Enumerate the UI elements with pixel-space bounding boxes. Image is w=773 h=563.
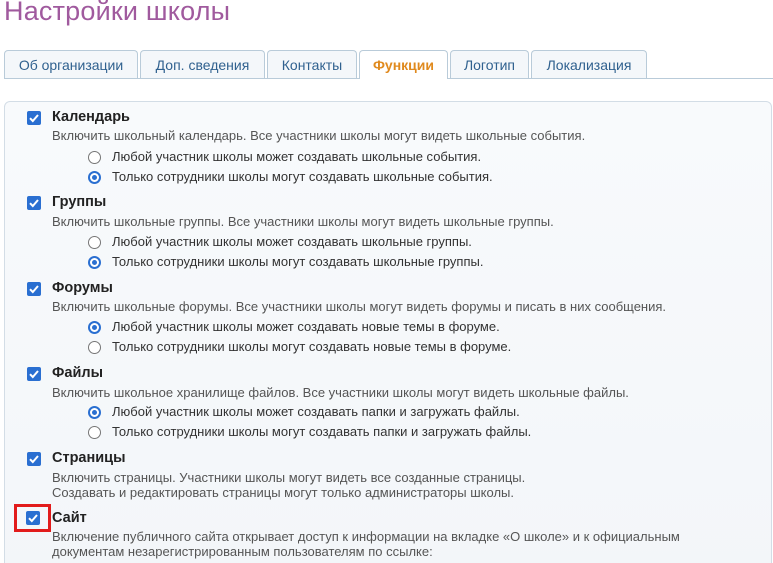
forums-option-any-radio[interactable]	[88, 321, 101, 334]
checkmark-icon	[29, 114, 39, 123]
checkmark-icon	[29, 370, 39, 379]
files-description: Включить школьное хранилище файлов. Все …	[52, 385, 629, 400]
calendar-checkbox[interactable]	[27, 111, 41, 125]
forums-checkbox[interactable]	[27, 282, 41, 296]
pages-title: Страницы	[52, 450, 126, 466]
calendar-option-staff-radio[interactable]	[88, 171, 101, 184]
calendar-description: Включить школьный календарь. Все участни…	[52, 128, 586, 143]
tab-additional-info[interactable]: Доп. сведения	[140, 50, 265, 78]
calendar-option-any-label: Любой участник школы может создавать шко…	[112, 149, 482, 164]
forums-option-any-label: Любой участник школы может создавать нов…	[112, 319, 500, 334]
calendar-option-staff-label: Только сотрудники школы могут создавать …	[112, 169, 493, 184]
files-option-any-label: Любой участник школы может создавать пап…	[112, 404, 520, 419]
tab-localization[interactable]: Локализация	[531, 50, 647, 78]
tab-bar: Об организации Доп. сведения Контакты Фу…	[4, 50, 773, 79]
groups-description: Включить школьные группы. Все участники …	[52, 214, 554, 229]
site-checkbox[interactable]	[26, 511, 40, 525]
files-title: Файлы	[52, 365, 103, 381]
checkmark-icon	[29, 199, 39, 208]
pages-checkbox[interactable]	[27, 452, 41, 466]
forums-description: Включить школьные форумы. Все участники …	[52, 299, 667, 314]
site-description-line2: документам незарегистрированным пользова…	[52, 544, 433, 559]
checkmark-icon	[29, 455, 39, 464]
groups-option-any-radio[interactable]	[88, 236, 101, 249]
site-title: Сайт	[52, 510, 87, 526]
groups-checkbox[interactable]	[27, 196, 41, 210]
forums-title: Форумы	[52, 280, 113, 296]
files-option-staff-label: Только сотрудники школы могут создавать …	[112, 424, 532, 439]
calendar-option-any-radio[interactable]	[88, 151, 101, 164]
checkmark-icon	[29, 285, 39, 294]
pages-description-line2: Создавать и редактировать страницы могут…	[52, 485, 514, 500]
tab-logo[interactable]: Логотип	[450, 50, 529, 78]
groups-option-staff-label: Только сотрудники школы могут создавать …	[112, 254, 484, 269]
tab-organization[interactable]: Об организации	[4, 50, 138, 78]
groups-option-staff-radio[interactable]	[88, 256, 101, 269]
files-option-staff-radio[interactable]	[88, 426, 101, 439]
files-checkbox[interactable]	[27, 367, 41, 381]
forums-option-staff-label: Только сотрудники школы могут создавать …	[112, 339, 512, 354]
site-description: Включение публичного сайта открывает дос…	[52, 529, 680, 544]
pages-description: Включить страницы. Участники школы могут…	[52, 470, 526, 485]
groups-option-any-label: Любой участник школы может создавать шко…	[112, 234, 472, 249]
calendar-title: Календарь	[52, 109, 130, 125]
checkmark-icon	[28, 514, 38, 523]
groups-title: Группы	[52, 194, 107, 210]
tab-contacts[interactable]: Контакты	[267, 50, 357, 78]
tab-functions[interactable]: Функции	[359, 50, 448, 79]
files-option-any-radio[interactable]	[88, 406, 101, 419]
page-title: Настройки школы	[4, 0, 231, 26]
forums-option-staff-radio[interactable]	[88, 341, 101, 354]
school-settings-screen: Настройки школы Об организации Доп. свед…	[0, 0, 773, 563]
